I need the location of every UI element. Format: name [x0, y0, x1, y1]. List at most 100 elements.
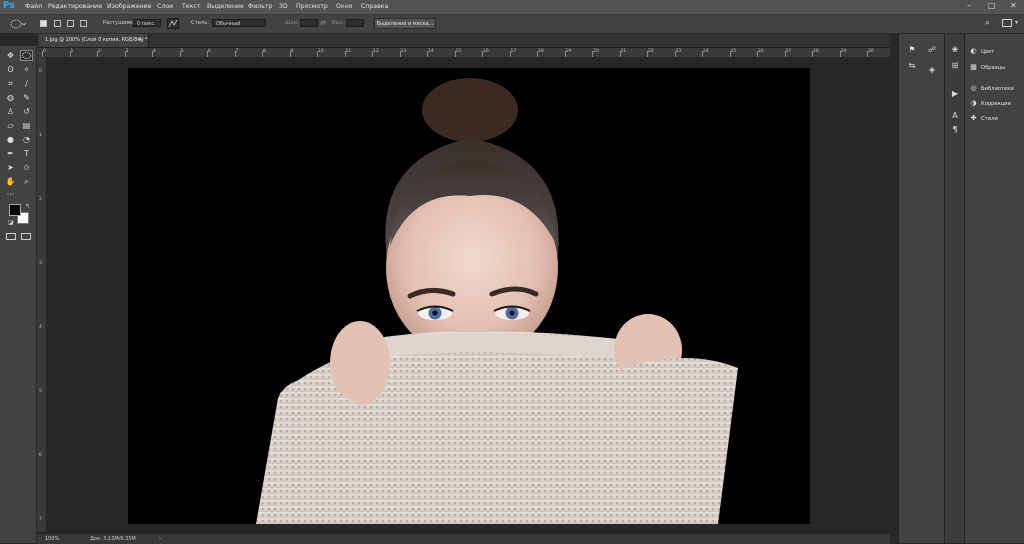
- horizontal-ruler: 0 1 2 3 4 5 6 7 8 9 10 11 12 13 14 15 16 17 18 19 20 21 22 23 24…: [37, 48, 890, 58]
- subtract-selection-icon[interactable]: [67, 20, 74, 27]
- channels-icon[interactable]: ❀: [948, 44, 962, 56]
- menu-image[interactable]: Изображение: [107, 3, 152, 10]
- hand-tool-icon[interactable]: ✋: [4, 176, 17, 187]
- history-icon[interactable]: ⚑: [905, 44, 919, 56]
- height-label: Выс.:: [332, 20, 346, 26]
- ruler-tick: [702, 51, 703, 57]
- layers-icon[interactable]: ◈: [925, 64, 939, 76]
- eraser-tool-icon[interactable]: ▱: [4, 120, 17, 131]
- minimize-button[interactable]: –: [967, 1, 971, 10]
- ruler-mark: 4: [39, 325, 42, 330]
- intersect-selection-icon[interactable]: [80, 20, 87, 27]
- vertical-ruler: 0 1 2 3 4 5 6 7: [37, 57, 47, 532]
- paths-icon[interactable]: ⊞: [948, 60, 962, 72]
- path-selection-tool-icon[interactable]: ➤: [4, 162, 17, 173]
- panel-color[interactable]: ◐ Цвет: [969, 45, 994, 57]
- menu-3d[interactable]: 3D: [279, 3, 288, 10]
- ruler-mark: 18: [538, 49, 544, 54]
- close-window-button[interactable]: ✕: [1010, 1, 1017, 10]
- menu-edit[interactable]: Редактирование: [48, 3, 102, 10]
- ruler-mark: 2: [98, 49, 101, 54]
- ruler-tick: [152, 51, 153, 57]
- menu-window[interactable]: Окно: [336, 3, 352, 10]
- panel-swatches[interactable]: ▦ Образцы: [969, 61, 1005, 73]
- blur-tool-icon[interactable]: ●: [4, 134, 17, 145]
- ruler-tick: [372, 51, 373, 57]
- maximize-button[interactable]: □: [988, 1, 996, 10]
- ruler-mark: 5: [39, 389, 42, 394]
- history-brush-tool-icon[interactable]: ↺: [20, 106, 33, 117]
- character-icon[interactable]: A: [948, 110, 962, 122]
- close-tab-icon[interactable]: ×: [139, 34, 144, 47]
- ruler-mark: 16: [483, 49, 489, 54]
- panel-libraries[interactable]: ◎ Библиотеки: [969, 82, 1013, 94]
- select-and-mask-button[interactable]: Выделение и маска...: [374, 18, 436, 29]
- anti-alias-icon[interactable]: [167, 18, 179, 29]
- width-input[interactable]: [300, 19, 318, 27]
- menu-view[interactable]: Просмотр: [296, 3, 328, 10]
- ruler-mark: 15: [455, 49, 462, 54]
- ruler-mark: 6: [39, 453, 42, 458]
- panel-styles[interactable]: ✚ Стили: [969, 112, 998, 124]
- foreground-color-swatch[interactable]: [9, 204, 21, 216]
- pen-tool-icon[interactable]: ✒: [4, 148, 17, 159]
- dodge-tool-icon[interactable]: ◔: [20, 134, 33, 145]
- menu-help[interactable]: Справка: [361, 3, 388, 10]
- menu-file[interactable]: Файл: [25, 3, 42, 10]
- swap-colors-icon[interactable]: ↰: [25, 203, 30, 210]
- new-selection-icon[interactable]: [40, 20, 47, 27]
- gradient-tool-icon[interactable]: ▤: [20, 120, 33, 131]
- style-label: Стиль:: [191, 20, 210, 26]
- paragraph-icon[interactable]: ¶: [948, 124, 962, 136]
- more-tools-icon[interactable]: ···: [4, 189, 17, 200]
- height-input[interactable]: [346, 19, 364, 27]
- custom-shape-tool-icon[interactable]: ✩: [20, 162, 33, 173]
- quick-mask-icon[interactable]: [6, 233, 16, 240]
- marquee-preset-icon[interactable]: [10, 18, 27, 29]
- ruler-tick: [647, 51, 648, 57]
- ruler-tick: [97, 51, 98, 57]
- document-image[interactable]: [128, 68, 810, 524]
- zoom-tool-icon[interactable]: ⌕: [20, 176, 33, 187]
- zoom-level[interactable]: 100%: [45, 536, 59, 542]
- menu-layers[interactable]: Слои: [157, 3, 173, 10]
- brush-settings-icon[interactable]: ⇆: [905, 60, 919, 72]
- add-selection-icon[interactable]: [54, 20, 61, 27]
- eyedropper-tool-icon[interactable]: ∕: [20, 78, 33, 89]
- actions-icon[interactable]: ▶: [948, 88, 962, 100]
- panel-adjustments[interactable]: ◑ Коррекция: [969, 97, 1010, 109]
- style-select[interactable]: Обычный: [212, 19, 266, 27]
- type-tool-icon[interactable]: T: [20, 148, 33, 159]
- swap-dimensions-icon[interactable]: ⇄: [320, 19, 326, 27]
- ruler-tick: [179, 51, 181, 57]
- feather-input[interactable]: 0 пикс.: [133, 19, 161, 27]
- healing-brush-tool-icon[interactable]: ◍: [4, 92, 17, 103]
- screen-mode-icon[interactable]: [21, 233, 31, 240]
- ruler-mark: 22: [648, 49, 654, 54]
- menu-type[interactable]: Текст: [182, 3, 200, 10]
- document-tab[interactable]: 1.jpg @ 100% (Слой 0 копия, RGB/8#) * ×: [39, 34, 149, 47]
- move-tool-icon[interactable]: ✥: [4, 50, 17, 61]
- chevron-down-icon[interactable]: ▾: [1015, 19, 1018, 26]
- search-icon[interactable]: ⌕: [985, 18, 990, 28]
- styles-icon: ✚: [970, 114, 977, 122]
- menu-select[interactable]: Выделение: [207, 3, 244, 10]
- clone-stamp-tool-icon[interactable]: ♙: [4, 106, 17, 117]
- panels-dock: ◐ Цвет ▦ Образцы ◎ Библиотеки ◑ Коррекция ✚ С…: [964, 34, 1024, 543]
- ellipse-marquee-tool-icon[interactable]: [20, 50, 33, 61]
- ruler-mark: 26: [758, 49, 764, 54]
- status-arrow-icon[interactable]: ›: [159, 536, 161, 542]
- crop-tool-icon[interactable]: ⌗: [4, 78, 17, 89]
- lasso-tool-icon[interactable]: ʘ: [4, 64, 17, 75]
- workspace-icon[interactable]: [1002, 19, 1012, 27]
- ruler-mark: 13: [400, 49, 407, 54]
- ruler-tick: [454, 51, 456, 57]
- brush-tool-icon[interactable]: ✎: [20, 92, 33, 103]
- properties-icon[interactable]: ☍: [925, 44, 939, 56]
- magic-wand-tool-icon[interactable]: ✧: [20, 64, 33, 75]
- ruler-mark: 20: [593, 49, 599, 54]
- default-colors-icon[interactable]: ◪: [8, 219, 14, 226]
- swatches-icon: ▦: [970, 63, 977, 71]
- menu-filter[interactable]: Фильтр: [248, 3, 272, 10]
- ruler-tick: [619, 51, 621, 57]
